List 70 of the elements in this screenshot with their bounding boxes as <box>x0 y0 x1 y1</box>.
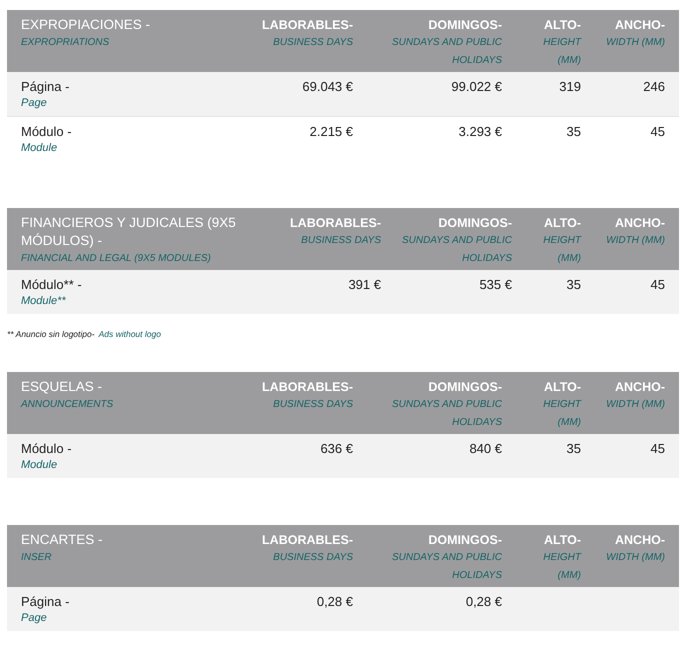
column-subheading: SUNDAYS AND PUBLIC HOLIDAYS <box>400 234 512 266</box>
column-subheading: BUSINESS DAYS <box>273 36 353 50</box>
column-subheading: HEIGHT (MM) <box>542 551 581 583</box>
column-subheading: BUSINESS DAYS <box>273 551 353 565</box>
row-label: Módulo - <box>21 440 73 457</box>
section-subtitle: ANNOUNCEMENTS <box>21 398 114 412</box>
column-heading: ALTO- <box>544 532 581 549</box>
column-subheading: HEIGHT (MM) <box>542 234 581 266</box>
table-cell-text: 45 <box>650 440 665 458</box>
column-heading: ANCHO- <box>615 215 665 232</box>
column-subheading: SUNDAYS AND PUBLIC HOLIDAYS <box>390 551 502 583</box>
column-heading: ANCHO- <box>615 17 665 34</box>
section-title: ENCARTES - <box>21 531 104 549</box>
footnote-translation: Ads without logo <box>98 328 161 340</box>
section-title: FINANCIEROS Y JUDICALES (9X5 MÓDULOS) - <box>21 214 237 250</box>
row-sublabel: Page <box>21 611 48 626</box>
row-sublabel: Module <box>21 458 58 473</box>
column-subheading: SUNDAYS AND PUBLIC HOLIDAYS <box>390 36 502 68</box>
section-title: ESQUELAS - <box>21 378 104 396</box>
column-heading: ANCHO- <box>615 379 665 396</box>
table-cell-text: 636 € <box>320 440 353 458</box>
table-cell-text: 3.293 € <box>458 123 502 141</box>
table-cell-text: 246 <box>643 78 665 96</box>
table-cell-text: 35 <box>566 276 581 294</box>
column-heading: ALTO- <box>544 215 581 232</box>
column-heading: DOMINGOS- <box>428 532 502 549</box>
column-heading: ALTO- <box>544 17 581 34</box>
row-sublabel: Module** <box>21 294 67 309</box>
column-subheading: WIDTH (MM) <box>606 551 665 565</box>
table-cell-text: 35 <box>566 440 581 458</box>
section-subtitle: EXPROPRIATIONS <box>21 36 110 50</box>
column-heading: LABORABLES- <box>262 17 353 34</box>
footnote: ** Anuncio sin logotipo- <box>7 328 95 340</box>
column-heading: ALTO- <box>544 379 581 396</box>
table-cell-text: 840 € <box>469 440 502 458</box>
table-cell-text: 99.022 € <box>451 78 502 96</box>
row-label: Módulo - <box>21 123 73 140</box>
column-heading: LABORABLES- <box>262 532 353 549</box>
column-heading: ANCHO- <box>615 532 665 549</box>
table-cell-text: 45 <box>650 123 665 141</box>
column-heading: DOMINGOS- <box>438 215 512 232</box>
column-subheading: BUSINESS DAYS <box>273 398 353 412</box>
row-label: Página - <box>21 593 70 610</box>
row-sublabel: Module <box>21 141 58 156</box>
column-subheading: SUNDAYS AND PUBLIC HOLIDAYS <box>390 398 502 430</box>
column-heading: DOMINGOS- <box>428 17 502 34</box>
section-subtitle: INSER <box>21 551 53 565</box>
table-cell-text: 0,28 € <box>316 593 353 611</box>
column-heading: LABORABLES- <box>290 215 381 232</box>
table-cell-text: 69.043 € <box>302 78 353 96</box>
column-subheading: BUSINESS DAYS <box>301 234 381 248</box>
section-title: EXPROPIACIONES - <box>21 16 152 34</box>
table-cell-text: 0,28 € <box>466 593 502 611</box>
column-heading: LABORABLES- <box>262 379 353 396</box>
row-sublabel: Page <box>21 96 48 111</box>
column-heading: DOMINGOS- <box>428 379 502 396</box>
table-cell-text: 319 <box>559 78 581 96</box>
column-subheading: WIDTH (MM) <box>606 398 665 412</box>
column-subheading: HEIGHT (MM) <box>542 36 581 68</box>
table-cell-text: 45 <box>650 276 665 294</box>
row-label: Página - <box>21 78 70 95</box>
table-cell-text: 535 € <box>479 276 512 294</box>
column-subheading: WIDTH (MM) <box>606 36 665 50</box>
row-label: Módulo** - <box>21 276 83 293</box>
section-subtitle: FINANCIAL AND LEGAL (9X5 MODULES) <box>21 252 212 266</box>
table-cell-text: 35 <box>566 123 581 141</box>
column-subheading: WIDTH (MM) <box>606 234 665 248</box>
column-subheading: HEIGHT (MM) <box>542 398 581 430</box>
table-cell-text: 2.215 € <box>310 123 353 141</box>
table-cell-text: 391 € <box>348 276 381 294</box>
